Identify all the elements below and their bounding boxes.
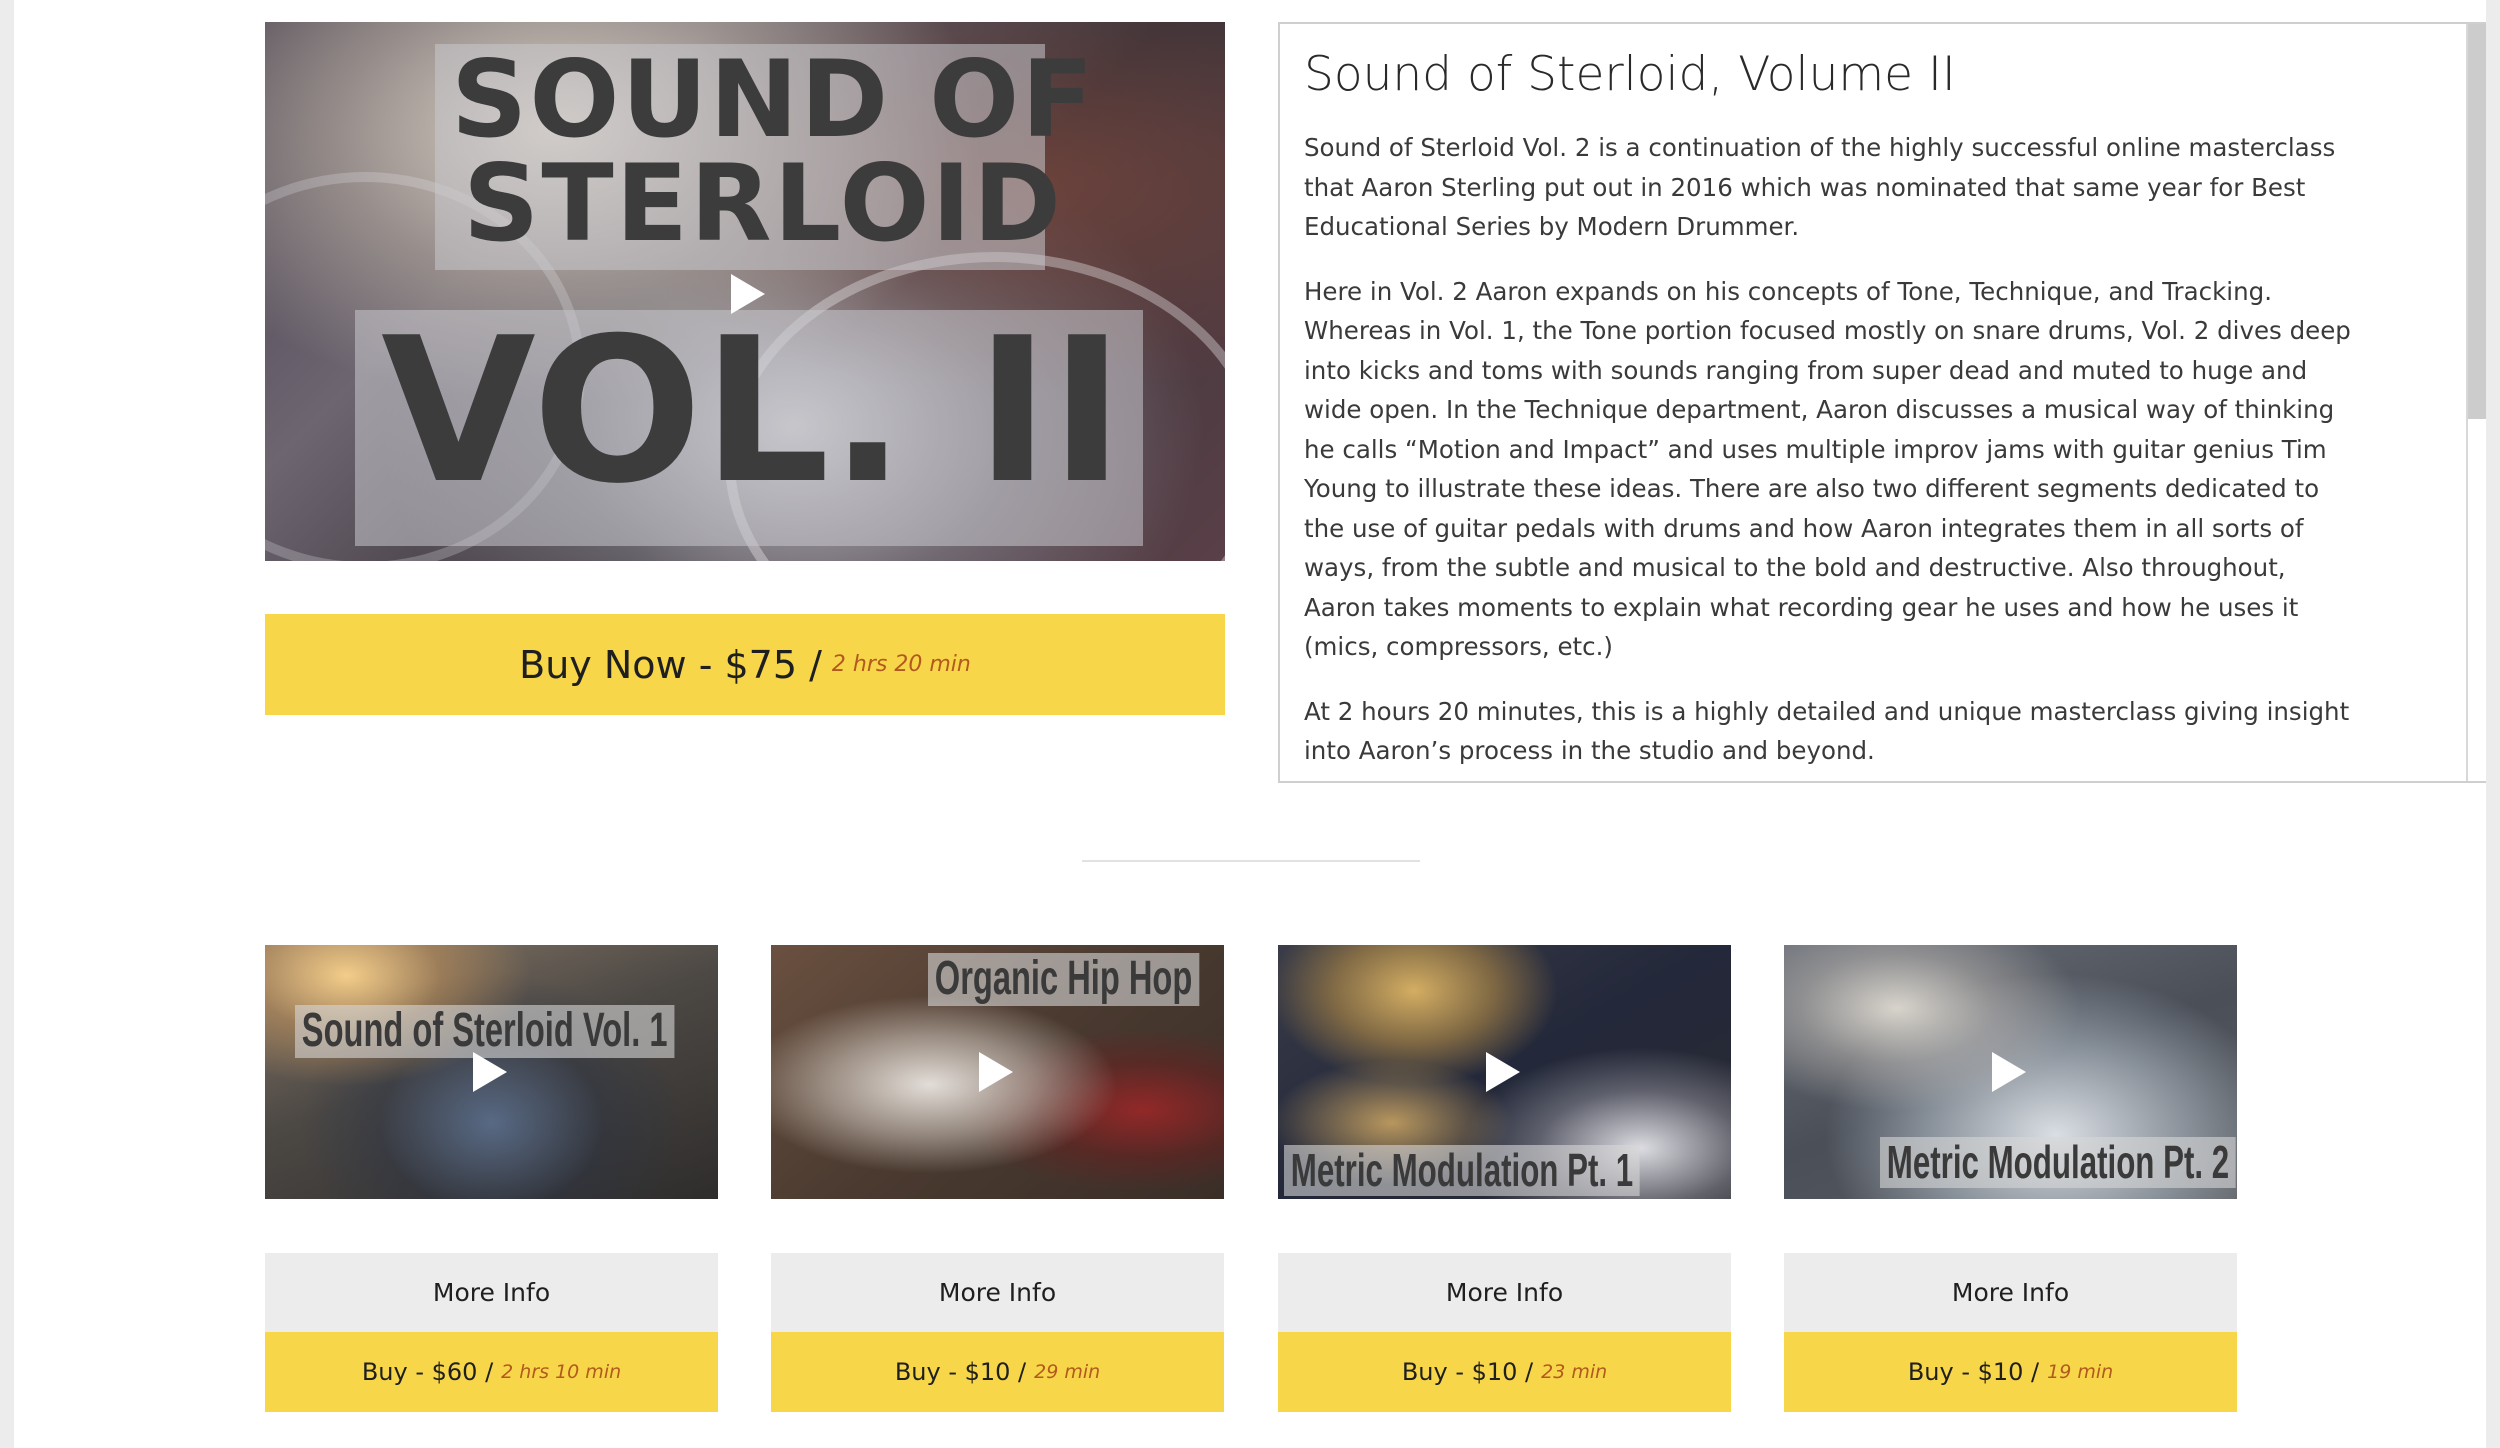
description-title: Sound of Sterloid, Volume II <box>1304 47 1956 102</box>
description-paragraph: Here in Vol. 2 Aaron expands on his conc… <box>1304 276 2351 662</box>
course-thumbnail[interactable]: Organic Hip Hop <box>771 945 1224 1199</box>
course-card: Metric Modulation Pt. 1 More Info Buy - … <box>1278 945 1731 1412</box>
course-thumbnail[interactable]: Metric Modulation Pt. 1 <box>1278 945 1731 1199</box>
thumbnail-label: Metric Modulation Pt. 1 <box>1284 1145 1640 1196</box>
more-info-button[interactable]: More Info <box>1278 1253 1731 1332</box>
scrollbar-thumb[interactable] <box>2468 24 2486 419</box>
buy-button[interactable]: Buy - $10 / 19 min <box>1784 1332 2237 1412</box>
buy-duration: 23 min <box>1541 1361 1608 1383</box>
buy-duration: 29 min <box>1034 1361 1101 1383</box>
description-paragraph: Sound of Sterloid Vol. 2 is a continuati… <box>1304 133 2336 242</box>
buy-label: Buy - $10 / <box>894 1358 1027 1386</box>
more-info-button[interactable]: More Info <box>265 1253 718 1332</box>
description-content: Sound of Sterloid, Volume II Sound of St… <box>1304 47 2364 781</box>
page: SOUND OF STERLOID VOL. II Buy Now - $75 … <box>14 0 2486 1448</box>
buy-button[interactable]: Buy - $10 / 29 min <box>771 1332 1224 1412</box>
thumbnail-label: Metric Modulation Pt. 2 <box>1880 1137 2236 1188</box>
thumbnail-label: Sound of Sterloid Vol. 1 <box>295 1004 675 1058</box>
play-icon[interactable] <box>473 1052 507 1092</box>
more-info-button[interactable]: More Info <box>771 1253 1224 1332</box>
play-icon[interactable] <box>979 1052 1013 1092</box>
play-icon[interactable] <box>731 274 765 314</box>
buy-label: Buy - $60 / <box>361 1358 494 1386</box>
play-icon[interactable] <box>1992 1052 2026 1092</box>
buy-label: Buy - $10 / <box>1401 1358 1534 1386</box>
play-icon[interactable] <box>1486 1052 1520 1092</box>
course-card: Metric Modulation Pt. 2 More Info Buy - … <box>1784 945 2237 1412</box>
course-card: Organic Hip Hop More Info Buy - $10 / 29… <box>771 945 1224 1412</box>
featured-title-line3: VOL. II <box>381 295 1125 528</box>
section-divider <box>1082 860 1420 862</box>
course-thumbnail[interactable]: Sound of Sterloid Vol. 1 <box>265 945 718 1199</box>
featured-video-player[interactable]: SOUND OF STERLOID VOL. II <box>265 22 1225 561</box>
buy-now-button[interactable]: Buy Now - $75 / 2 hrs 20 min <box>265 614 1225 715</box>
buy-duration: 19 min <box>2047 1361 2114 1383</box>
buy-label: Buy - $10 / <box>1907 1358 2040 1386</box>
buy-now-duration: 2 hrs 20 min <box>831 652 971 677</box>
buy-button[interactable]: Buy - $60 / 2 hrs 10 min <box>265 1332 718 1412</box>
buy-button[interactable]: Buy - $10 / 23 min <box>1278 1332 1731 1412</box>
more-info-button[interactable]: More Info <box>1784 1253 2237 1332</box>
featured-title-line2: STERLOID <box>463 142 1063 265</box>
course-thumbnail[interactable]: Metric Modulation Pt. 2 <box>1784 945 2237 1199</box>
description-scrollbar[interactable] <box>2466 24 2486 781</box>
buy-duration: 2 hrs 10 min <box>501 1361 622 1383</box>
description-paragraph: At 2 hours 20 minutes, this is a highly … <box>1304 696 2350 766</box>
thumbnail-label: Organic Hip Hop <box>928 952 1200 1006</box>
description-panel[interactable]: Sound of Sterloid, Volume II Sound of St… <box>1278 22 2486 783</box>
course-card: Sound of Sterloid Vol. 1 More Info Buy -… <box>265 945 718 1412</box>
buy-now-label: Buy Now - $75 / <box>519 642 822 687</box>
